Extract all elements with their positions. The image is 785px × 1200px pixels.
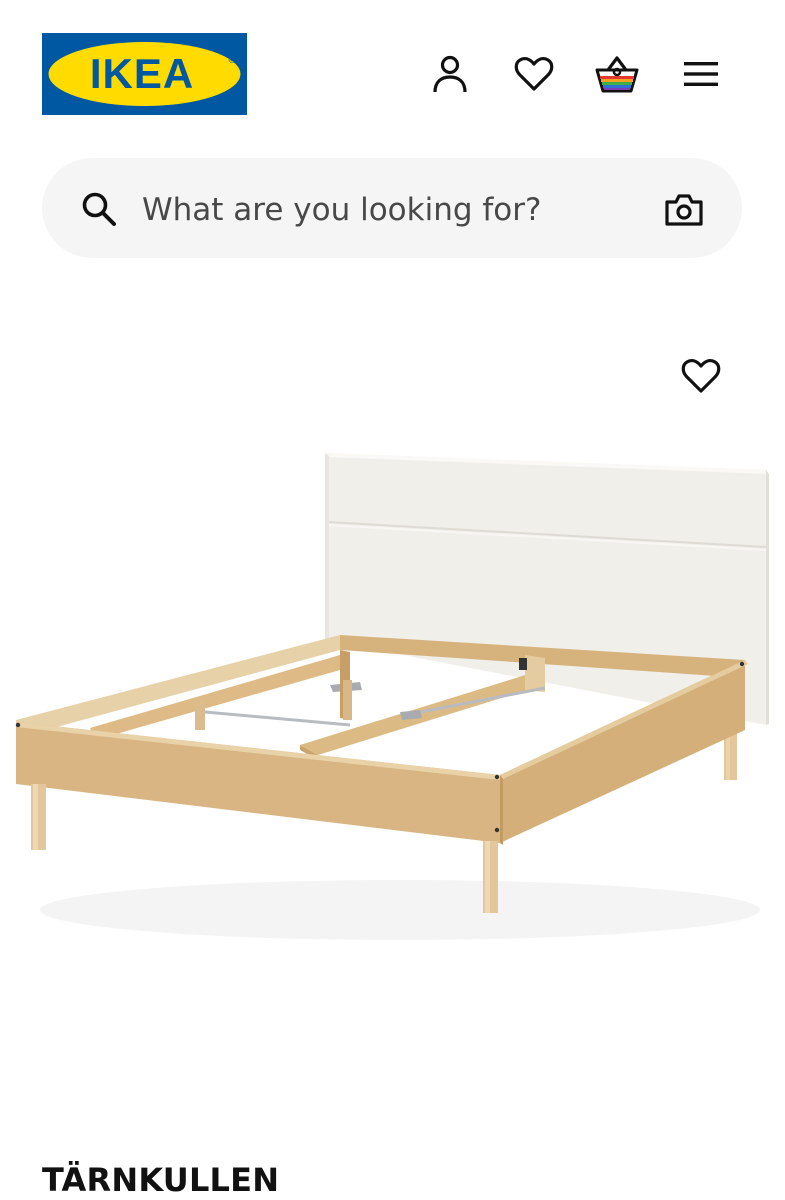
account-button[interactable] — [428, 52, 472, 96]
product-image[interactable] — [0, 300, 785, 980]
heart-icon — [681, 359, 721, 393]
add-to-favorites-button[interactable] — [677, 352, 725, 400]
heart-icon — [514, 57, 554, 91]
logo-text: IKEA — [90, 50, 194, 97]
person-icon — [433, 55, 467, 93]
ikea-logo[interactable]: IKEA ® — [42, 33, 247, 115]
hamburger-menu-icon — [684, 62, 718, 86]
camera-icon — [665, 194, 703, 226]
cart-button[interactable] — [595, 52, 639, 96]
product-name: TÄRNKULLEN — [42, 1161, 280, 1199]
menu-button[interactable] — [679, 52, 723, 96]
visual-search-button[interactable] — [660, 186, 708, 234]
shopping-basket-icon — [595, 56, 639, 93]
favorites-button[interactable] — [512, 52, 556, 96]
search-input[interactable] — [142, 184, 632, 236]
magnifier-icon[interactable] — [80, 190, 118, 228]
product-page: IKEA ® What are you looking for? TÄRNKUL… — [0, 0, 785, 1200]
logo-registered-mark: ® — [228, 56, 237, 66]
site-header: IKEA ® — [0, 0, 785, 140]
